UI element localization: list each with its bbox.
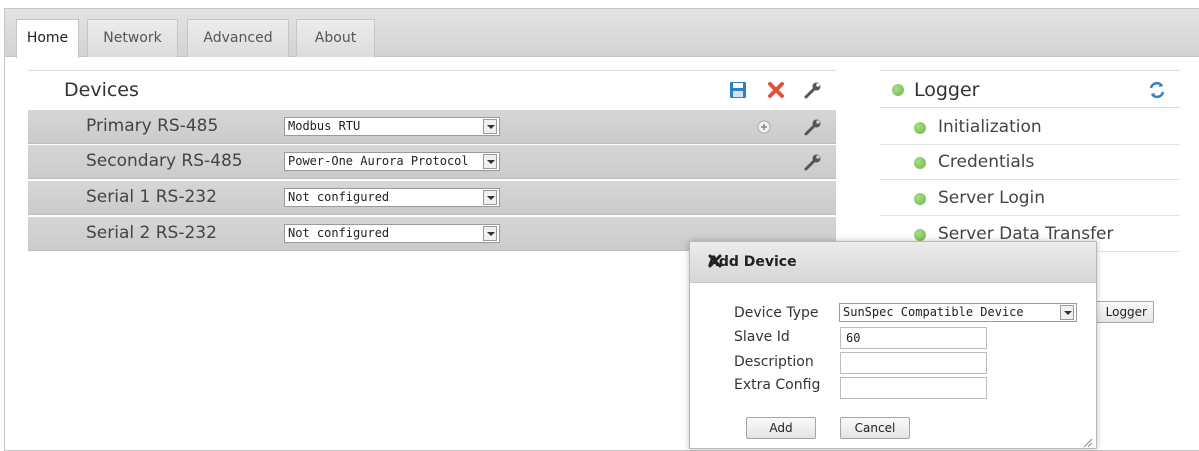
select-value: Power-One Aurora Protocol (288, 154, 469, 168)
logger-header: Logger (880, 70, 1180, 108)
protocol-select[interactable]: Not configured (284, 224, 500, 243)
cancel-button[interactable]: Cancel (840, 417, 910, 439)
tab-advanced[interactable]: Advanced (187, 19, 289, 57)
tab-about[interactable]: About (296, 19, 375, 57)
tab-home[interactable]: Home (16, 19, 79, 58)
close-icon[interactable] (708, 254, 722, 268)
logger-item-server-login: Server Login (880, 181, 1180, 216)
status-dot-icon (892, 84, 904, 96)
device-label: Serial 1 RS-232 (86, 187, 217, 207)
dialog-titlebar[interactable]: Add Device (690, 242, 1096, 283)
chevron-down-icon (483, 119, 497, 134)
description-label: Description (734, 354, 814, 370)
select-value: Not configured (288, 226, 390, 240)
logger-item-credentials: Credentials (880, 145, 1180, 180)
tab-network[interactable]: Network (87, 19, 178, 57)
device-label: Secondary RS-485 (86, 151, 243, 171)
resize-grip-icon[interactable] (1081, 433, 1093, 448)
slave-id-input[interactable]: 60 (840, 327, 987, 349)
refresh-icon[interactable] (1147, 80, 1167, 100)
delete-icon[interactable] (766, 80, 786, 100)
device-type-label: Device Type (734, 305, 819, 321)
slave-id-label: Slave Id (734, 329, 790, 345)
select-value: SunSpec Compatible Device (843, 305, 1024, 319)
device-row-primary-rs485: Primary RS-485 Modbus RTU (28, 110, 836, 144)
device-row-serial1-rs232: Serial 1 RS-232 Not configured (28, 181, 836, 215)
logger-item-label: Credentials (938, 152, 1035, 172)
devices-title: Devices (64, 79, 139, 101)
status-dot-icon (914, 157, 926, 169)
plus-circle-icon[interactable] (754, 117, 774, 137)
chevron-down-icon (1060, 305, 1074, 320)
save-icon[interactable] (728, 80, 748, 100)
protocol-select[interactable]: Not configured (284, 188, 500, 207)
wrench-icon[interactable] (803, 152, 823, 172)
device-type-select[interactable]: SunSpec Compatible Device (839, 303, 1077, 322)
logger-button[interactable]: Logger (1092, 301, 1154, 323)
logger-item-initialization: Initialization (880, 110, 1180, 145)
tab-bar: Home Network Advanced About (5, 9, 1199, 58)
logger-title: Logger (914, 79, 980, 101)
description-input[interactable] (840, 352, 987, 374)
chevron-down-icon (483, 190, 497, 205)
chevron-down-icon (483, 154, 497, 169)
select-value: Modbus RTU (288, 119, 361, 133)
select-value: Not configured (288, 190, 390, 204)
add-button[interactable]: Add (746, 417, 816, 439)
device-label: Primary RS-485 (86, 116, 219, 136)
protocol-select[interactable]: Power-One Aurora Protocol (284, 152, 500, 171)
status-dot-icon (914, 122, 926, 134)
extra-config-label: Extra Config (734, 377, 821, 393)
status-dot-icon (914, 193, 926, 205)
devices-header: Devices (28, 70, 836, 108)
device-label: Serial 2 RS-232 (86, 223, 217, 243)
protocol-select[interactable]: Modbus RTU (284, 117, 500, 136)
logger-item-label: Initialization (938, 117, 1042, 137)
wrench-icon[interactable] (803, 80, 823, 100)
logger-item-label: Server Login (938, 188, 1046, 208)
status-dot-icon (914, 229, 926, 241)
extra-config-input[interactable] (840, 377, 987, 399)
chevron-down-icon (483, 226, 497, 241)
add-device-dialog: Add Device Device Type SunSpec Compatibl… (689, 241, 1097, 449)
device-row-secondary-rs485: Secondary RS-485 Power-One Aurora Protoc… (28, 145, 836, 179)
wrench-icon[interactable] (803, 117, 823, 137)
